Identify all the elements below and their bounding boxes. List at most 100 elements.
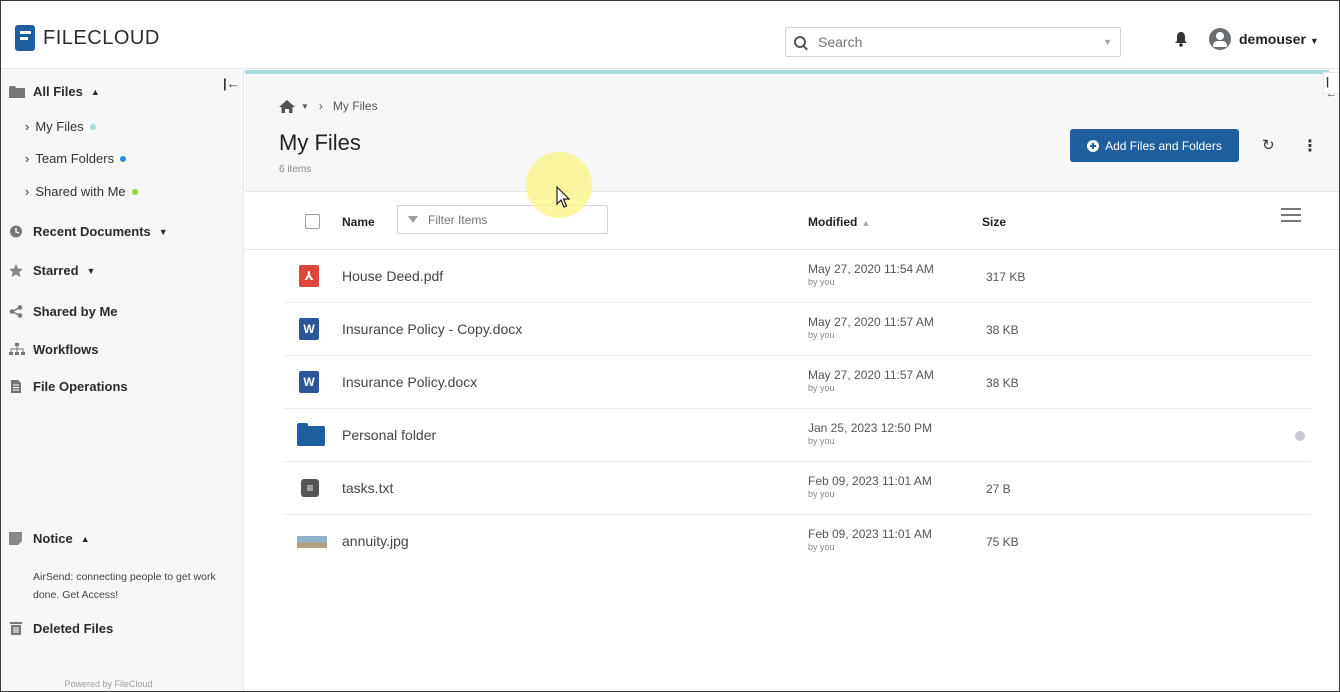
sidebar-item-notice[interactable]: Notice ▲ bbox=[9, 531, 90, 546]
team-folders-dot bbox=[120, 155, 127, 162]
trash-icon bbox=[10, 622, 22, 635]
search-icon bbox=[794, 36, 806, 48]
sidebar-item-starred[interactable]: Starred ▼ bbox=[9, 263, 95, 278]
collapse-right-panel-icon[interactable]: |← bbox=[1323, 72, 1339, 100]
sidebar-item-label: Shared with Me bbox=[35, 184, 126, 199]
page-title: My Files bbox=[279, 130, 361, 155]
breadcrumb-current[interactable]: My Files bbox=[333, 99, 378, 113]
sidebar-item-label: Workflows bbox=[33, 342, 99, 357]
sidebar-item-shared-by-me[interactable]: Shared by Me bbox=[9, 304, 118, 319]
file-name[interactable]: House Deed.pdf bbox=[342, 268, 443, 284]
notice-message[interactable]: AirSend: connecting people to get work d… bbox=[33, 568, 243, 604]
collapse-sidebar-icon[interactable]: |← bbox=[223, 76, 240, 91]
sidebar-item-my-files[interactable]: › My Files bbox=[25, 119, 96, 134]
global-search[interactable]: ▼ bbox=[785, 27, 1121, 57]
logo-text: FILECLOUD bbox=[43, 27, 160, 50]
sidebar-item-label: Shared by Me bbox=[33, 304, 118, 319]
breadcrumb: ▼ › My Files bbox=[279, 99, 378, 113]
chevron-up-icon: ▲ bbox=[80, 533, 90, 544]
file-name[interactable]: tasks.txt bbox=[342, 480, 393, 496]
chevron-down-icon[interactable]: ▼ bbox=[1103, 37, 1112, 47]
chevron-down-icon: ▼ bbox=[158, 226, 168, 237]
column-header-size[interactable]: Size bbox=[982, 215, 1006, 229]
file-modified: Jan 25, 2023 12:50 PM by you bbox=[808, 421, 933, 447]
sidebar: |← All Files ▲ › My Files › Team Folders… bbox=[1, 70, 244, 691]
chevron-down-icon: ▼ bbox=[86, 265, 96, 276]
image-thumbnail-icon bbox=[297, 536, 327, 548]
home-icon[interactable] bbox=[279, 99, 295, 113]
user-menu[interactable]: demouser ▼ bbox=[1239, 31, 1319, 47]
logo-text-bold: FILE bbox=[43, 26, 88, 49]
user-avatar-icon[interactable] bbox=[1209, 28, 1231, 50]
sidebar-item-label: Notice bbox=[33, 531, 73, 546]
modified-label: Modified bbox=[808, 215, 858, 229]
table-row[interactable]: ⅄ House Deed.pdf May 27, 2020 11:54 AM by… bbox=[283, 250, 1311, 303]
workflow-icon bbox=[9, 343, 25, 355]
table-row[interactable]: W Insurance Policy - Copy.docx May 27, 2… bbox=[283, 303, 1311, 356]
chevron-down-icon[interactable]: ▼ bbox=[301, 102, 309, 111]
file-size: 38 KB bbox=[986, 376, 1019, 390]
select-all-checkbox[interactable] bbox=[305, 214, 320, 229]
sidebar-item-label: File Operations bbox=[33, 379, 128, 394]
logo-text-rest: CLOUD bbox=[87, 26, 160, 49]
filter-icon bbox=[408, 216, 418, 223]
modified-by: by you bbox=[808, 277, 835, 287]
table-row[interactable]: Personal folder Jan 25, 2023 12:50 PM by … bbox=[283, 409, 1311, 462]
modified-by: by you bbox=[808, 330, 835, 340]
table-row[interactable]: W Insurance Policy.docx May 27, 2020 11:… bbox=[283, 356, 1311, 409]
sidebar-item-recent-documents[interactable]: Recent Documents ▼ bbox=[9, 224, 168, 239]
sidebar-item-all-files[interactable]: All Files ▲ bbox=[9, 84, 100, 99]
table-row[interactable]: ≡ tasks.txt Feb 09, 2023 11:01 AM by you … bbox=[283, 462, 1311, 515]
table-row[interactable]: annuity.jpg Feb 09, 2023 11:01 AM by you … bbox=[283, 515, 1311, 568]
sidebar-item-label: Deleted Files bbox=[33, 621, 114, 636]
word-file-icon: W bbox=[299, 318, 319, 340]
file-name[interactable]: Insurance Policy.docx bbox=[342, 374, 477, 390]
username-label: demouser bbox=[1239, 31, 1306, 47]
column-header-modified[interactable]: Modified ▲ bbox=[808, 215, 870, 229]
info-icon[interactable] bbox=[1295, 431, 1305, 441]
table-header: Name Modified▲ Size bbox=[245, 192, 1339, 250]
powered-by-label: Powered by FileCloud bbox=[64, 679, 153, 689]
main-content: ▼ › My Files My Files 6 items Add Files … bbox=[245, 70, 1339, 691]
my-files-dot bbox=[89, 123, 96, 130]
sidebar-item-deleted-files[interactable]: Deleted Files bbox=[9, 621, 113, 636]
modified-by: by you bbox=[808, 542, 835, 552]
sort-asc-icon: ▲ bbox=[861, 218, 871, 228]
share-icon bbox=[9, 305, 23, 318]
file-modified: May 27, 2020 11:57 AM by you bbox=[808, 315, 934, 341]
plus-circle-icon bbox=[1087, 139, 1100, 152]
page-header: ▼ › My Files My Files 6 items Add Files … bbox=[245, 74, 1339, 192]
file-modified: Feb 09, 2023 11:01 AM by you bbox=[808, 474, 932, 500]
filecloud-logo-icon bbox=[15, 25, 35, 51]
sidebar-item-shared-with-me[interactable]: › Shared with Me bbox=[25, 184, 138, 199]
item-count: 6 items bbox=[279, 164, 312, 175]
clock-icon bbox=[10, 225, 22, 238]
file-size: 317 KB bbox=[986, 270, 1026, 284]
add-files-and-folders-button[interactable]: Add Files and Folders bbox=[1070, 129, 1239, 162]
chevron-right-icon: › bbox=[25, 119, 30, 134]
folder-icon bbox=[297, 423, 325, 446]
more-options-icon[interactable]: ⋮ bbox=[1302, 136, 1318, 156]
file-size: 38 KB bbox=[986, 323, 1019, 337]
note-icon bbox=[9, 532, 22, 545]
sidebar-item-workflows[interactable]: Workflows bbox=[9, 342, 99, 357]
file-name[interactable]: annuity.jpg bbox=[342, 533, 409, 549]
sidebar-item-label: All Files bbox=[33, 84, 83, 99]
list-view-icon[interactable] bbox=[1281, 208, 1301, 226]
bell-icon[interactable] bbox=[1174, 31, 1188, 47]
refresh-icon[interactable]: ↻ bbox=[1262, 136, 1275, 154]
filecloud-logo[interactable]: FILECLOUD bbox=[15, 25, 160, 51]
file-name[interactable]: Personal folder bbox=[342, 427, 436, 443]
modified-by: by you bbox=[808, 489, 835, 499]
mouse-cursor-icon bbox=[556, 186, 571, 208]
sidebar-item-team-folders[interactable]: › Team Folders bbox=[25, 151, 127, 166]
star-icon bbox=[9, 264, 23, 277]
search-input[interactable] bbox=[818, 34, 1088, 50]
sidebar-item-file-operations[interactable]: File Operations bbox=[9, 379, 128, 394]
file-name[interactable]: Insurance Policy - Copy.docx bbox=[342, 321, 522, 337]
chevron-right-icon: › bbox=[25, 184, 30, 199]
chevron-right-icon: › bbox=[318, 99, 323, 113]
pdf-file-icon: ⅄ bbox=[299, 265, 319, 287]
column-header-name[interactable]: Name bbox=[342, 215, 375, 229]
text-file-icon: ≡ bbox=[301, 479, 319, 497]
